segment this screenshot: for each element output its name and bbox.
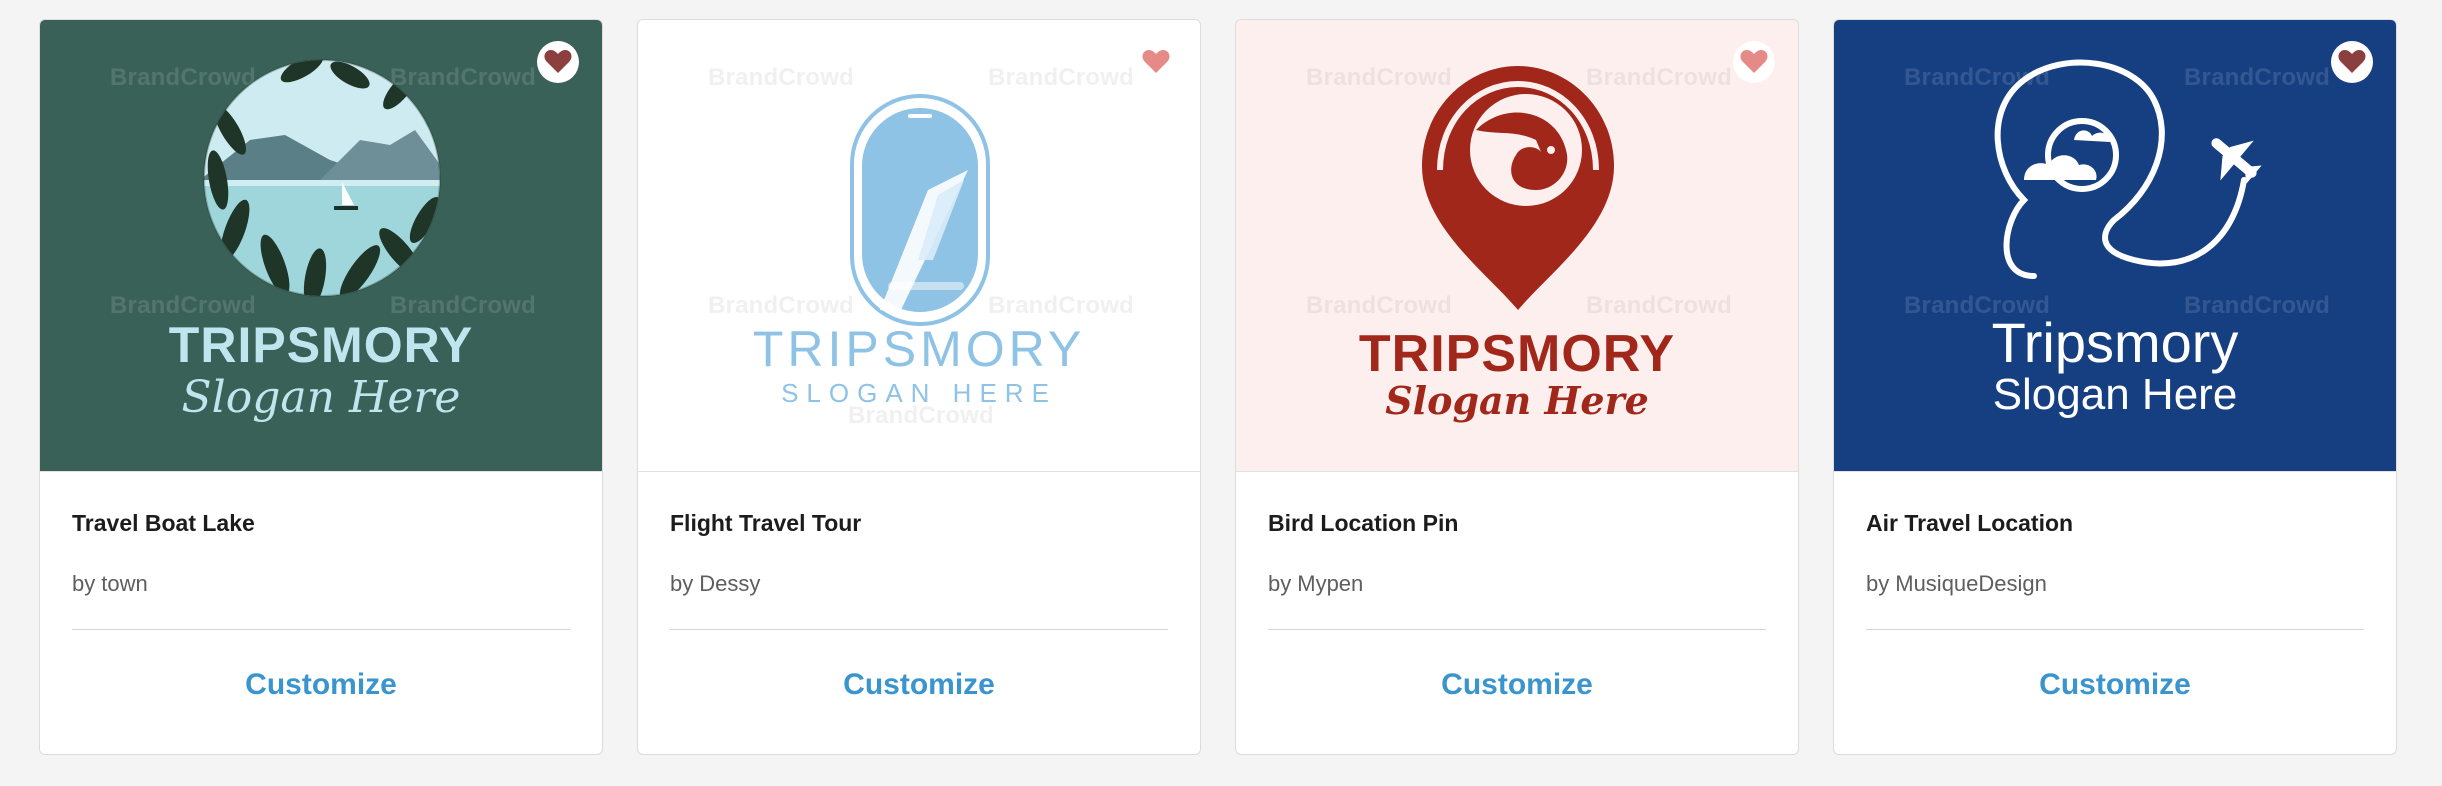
heart-icon (1733, 41, 1775, 83)
divider (72, 629, 570, 630)
favorite-button[interactable] (1134, 40, 1178, 84)
divider (1268, 629, 1766, 630)
design-results-grid: BrandCrowd BrandCrowd BrandCrowd BrandCr… (39, 19, 2397, 755)
logo-preview[interactable]: BrandCrowd BrandCrowd BrandCrowd BrandCr… (1834, 20, 2396, 472)
logo-slogan: Slogan Here (181, 372, 461, 423)
logo-card[interactable]: BrandCrowd BrandCrowd BrandCrowd BrandCr… (39, 19, 603, 755)
favorite-button[interactable] (536, 40, 580, 84)
by-label: by (670, 571, 694, 596)
designer-name[interactable]: MusiqueDesign (1895, 571, 2047, 596)
design-title[interactable]: Travel Boat Lake (72, 510, 570, 537)
logo-preview[interactable]: BrandCrowd BrandCrowd BrandCrowd BrandCr… (638, 20, 1200, 472)
heart-icon (537, 41, 579, 83)
designer-name[interactable]: Mypen (1297, 571, 1363, 596)
customize-button[interactable]: Customize (670, 668, 1168, 702)
logo-slogan: SLOGAN HERE (781, 378, 1057, 408)
logo-slogan: Slogan Here (1992, 370, 2238, 419)
by-label: by (1268, 571, 1292, 596)
heart-icon (2331, 41, 2373, 83)
logo-preview[interactable]: BrandCrowd BrandCrowd BrandCrowd BrandCr… (40, 20, 602, 472)
by-label: by (1866, 571, 1890, 596)
designer-name[interactable]: Dessy (699, 571, 760, 596)
logo-card[interactable]: BrandCrowd BrandCrowd BrandCrowd BrandCr… (637, 19, 1201, 755)
logo-card[interactable]: BrandCrowd BrandCrowd BrandCrowd BrandCr… (1833, 19, 2397, 755)
favorite-button[interactable] (2330, 40, 2374, 84)
customize-button[interactable]: Customize (1268, 668, 1766, 702)
logo-slogan: Slogan Here (1385, 378, 1649, 423)
designer-credit: by Dessy (670, 571, 1168, 597)
design-title[interactable]: Flight Travel Tour (670, 510, 1168, 537)
customize-button[interactable]: Customize (72, 668, 570, 702)
by-label: by (72, 571, 96, 596)
design-title[interactable]: Air Travel Location (1866, 510, 2364, 537)
logo-brand-name: TRIPSMORY (1358, 325, 1676, 383)
divider (670, 629, 1168, 630)
designer-credit: by town (72, 571, 570, 597)
designer-name[interactable]: town (101, 571, 147, 596)
favorite-button[interactable] (1732, 40, 1776, 84)
logo-brand-name: TRIPSMORY (168, 317, 474, 373)
logo-preview[interactable]: BrandCrowd BrandCrowd BrandCrowd BrandCr… (1236, 20, 1798, 472)
logo-brand-name: Tripsmory (1991, 311, 2239, 374)
designer-credit: by Mypen (1268, 571, 1766, 597)
designer-credit: by MusiqueDesign (1866, 571, 2364, 597)
logo-brand-name: TRIPSMORY (752, 321, 1086, 377)
customize-button[interactable]: Customize (1866, 668, 2364, 702)
heart-icon (1142, 50, 1170, 73)
divider (1866, 629, 2364, 630)
design-title[interactable]: Bird Location Pin (1268, 510, 1766, 537)
logo-card[interactable]: BrandCrowd BrandCrowd BrandCrowd BrandCr… (1235, 19, 1799, 755)
